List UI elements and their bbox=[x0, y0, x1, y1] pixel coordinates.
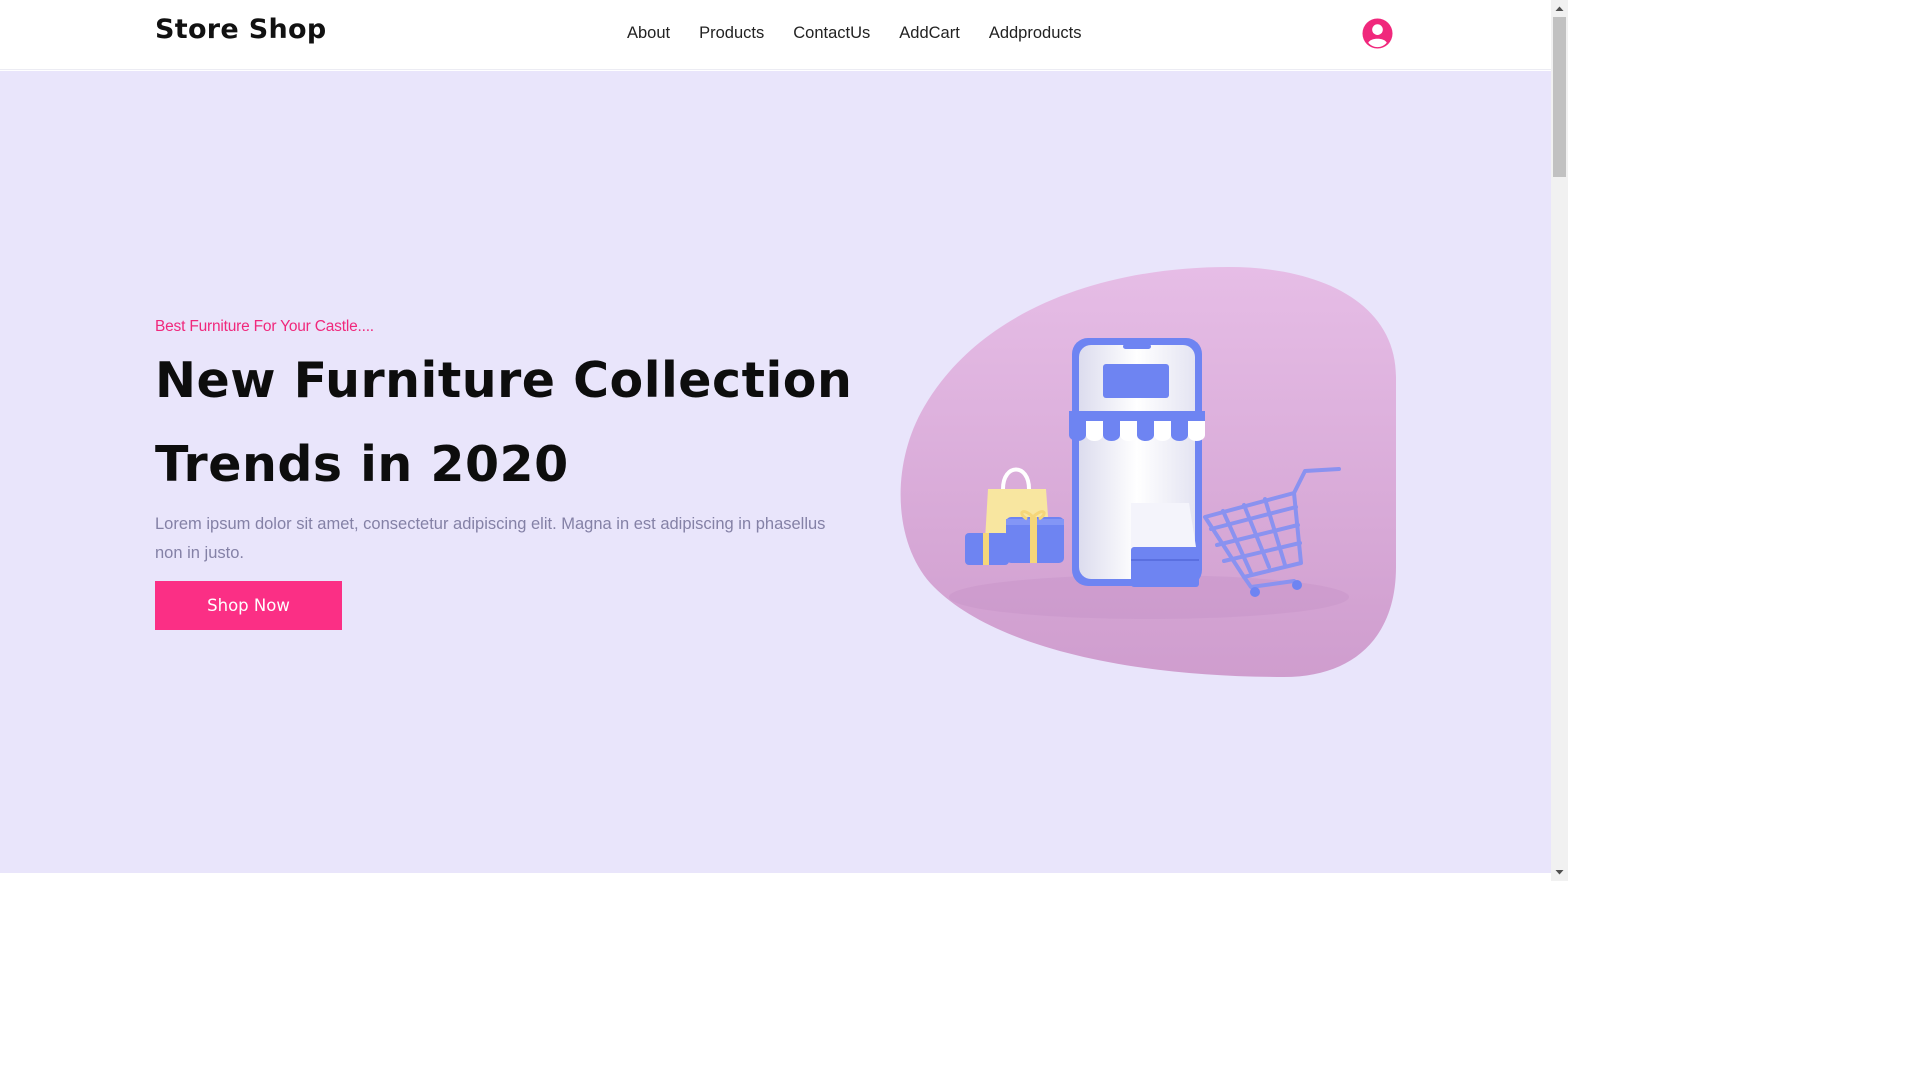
user-circle-icon[interactable] bbox=[1362, 18, 1393, 49]
hero-headline: New Furniture Collection Trends in 2020 bbox=[155, 339, 875, 507]
nav-addproducts[interactable]: Addproducts bbox=[989, 24, 1082, 43]
nav-about[interactable]: About bbox=[627, 24, 670, 43]
below-fold-strip bbox=[0, 873, 1551, 881]
scroll-down-arrow-icon[interactable] bbox=[1551, 864, 1568, 881]
shop-now-button[interactable]: Shop Now bbox=[155, 581, 342, 630]
top-navbar: Store Shop About Products ContactUs AddC… bbox=[0, 0, 1551, 70]
headline-line-1: New Furniture Collection bbox=[155, 352, 853, 409]
nav-products[interactable]: Products bbox=[699, 24, 764, 43]
nav-addcart[interactable]: AddCart bbox=[899, 24, 960, 43]
hero-description: Lorem ipsum dolor sit amet, consectetur … bbox=[155, 515, 826, 562]
main-nav: About Products ContactUs AddCart Addprod… bbox=[627, 24, 1081, 43]
brand-logo[interactable]: Store Shop bbox=[155, 14, 326, 45]
scroll-up-arrow-icon[interactable] bbox=[1551, 0, 1568, 17]
scrollbar-thumb[interactable] bbox=[1553, 17, 1566, 177]
headline-line-2: Trends in 2020 bbox=[155, 436, 569, 493]
page-scrollbar[interactable] bbox=[1551, 0, 1568, 881]
shop-illustration bbox=[900, 267, 1396, 677]
hero-tagline: Best Furniture For Your Castle.... bbox=[155, 318, 374, 335]
hero-section: Best Furniture For Your Castle.... New F… bbox=[0, 71, 1551, 873]
nav-contactus[interactable]: ContactUs bbox=[793, 24, 870, 43]
